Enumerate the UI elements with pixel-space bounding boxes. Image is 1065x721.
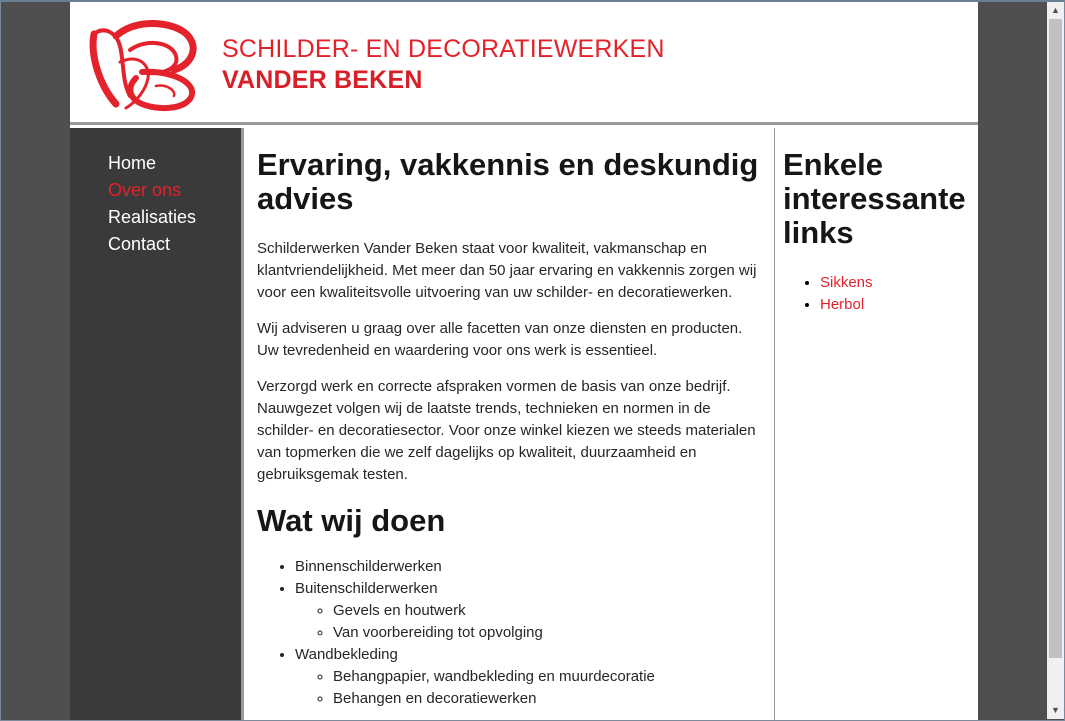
content-columns: Home Over ons Realisaties Contact Ervari… — [70, 128, 978, 721]
site-container: SCHILDER- EN DECORATIEWERKEN VANDER BEKE… — [70, 2, 978, 721]
link-herbol[interactable]: Herbol — [820, 296, 864, 313]
link-item: Sikkens — [820, 272, 978, 294]
link-sikkens[interactable]: Sikkens — [820, 274, 873, 291]
scroll-up-icon[interactable]: ▲ — [1047, 2, 1064, 19]
nav-item-over-ons: Over ons — [108, 177, 241, 204]
service-label: Buitenschilderwerken — [295, 580, 438, 597]
service-subitem: Behangpapier, wandbekleding en muurdecor… — [333, 666, 764, 688]
vertical-scrollbar[interactable]: ▲ ▼ — [1047, 2, 1064, 719]
brand-line-2: VANDER BEKEN — [222, 66, 423, 94]
nav-link-contact[interactable]: Contact — [108, 234, 170, 254]
intro-paragraph: Schilderwerken Vander Beken staat voor k… — [257, 240, 757, 301]
service-item: Buitenschilderwerken Gevels en houtwerk … — [295, 578, 764, 644]
brand-line-1: SCHILDER- EN DECORATIEWERKEN — [222, 35, 665, 63]
service-item: Binnenschilderwerken — [295, 556, 764, 578]
logo-icon[interactable] — [86, 16, 204, 112]
main-content: Ervaring, vakkennis en deskundig advies … — [241, 128, 775, 721]
service-item: Wandbekleding Behangpapier, wandbekledin… — [295, 644, 764, 710]
links-list: Sikkens Herbol — [783, 272, 978, 316]
quality-paragraph: Verzorgd werk en correcte afspraken vorm… — [257, 378, 756, 483]
site-header: SCHILDER- EN DECORATIEWERKEN VANDER BEKE… — [70, 2, 978, 125]
service-label: Wandbekleding — [295, 646, 398, 663]
link-item: Herbol — [820, 294, 978, 316]
service-sublist: Gevels en houtwerk Van voorbereiding tot… — [295, 600, 764, 644]
links-sidebar: Enkele interessante links Sikkens Herbol — [775, 128, 978, 721]
services-heading: Wat wij doen — [257, 503, 446, 538]
service-subitem: Behangen en decoratiewerken — [333, 688, 764, 710]
service-subitem: Gevels en houtwerk — [333, 600, 764, 622]
advice-paragraph: Wij adviseren u graag over alle facetten… — [257, 320, 743, 359]
nav-link-over-ons[interactable]: Over ons — [108, 180, 181, 200]
nav-item-home: Home — [108, 150, 241, 177]
nav-item-realisaties: Realisaties — [108, 204, 241, 231]
main-navigation: Home Over ons Realisaties Contact — [70, 128, 241, 721]
service-sublist: Behangpapier, wandbekleding en muurdecor… — [295, 666, 764, 710]
scroll-down-icon[interactable]: ▼ — [1047, 702, 1064, 719]
nav-link-realisaties[interactable]: Realisaties — [108, 207, 196, 227]
services-list: Binnenschilderwerken Buitenschilderwerke… — [257, 556, 764, 710]
nav-list: Home Over ons Realisaties Contact — [70, 128, 241, 258]
nav-link-home[interactable]: Home — [108, 153, 156, 173]
scroll-thumb[interactable] — [1049, 19, 1062, 658]
nav-item-contact: Contact — [108, 231, 241, 258]
links-heading: Enkele interessante links — [783, 147, 966, 250]
page-title: Ervaring, vakkennis en deskundig advies — [257, 147, 759, 216]
service-subitem: Van voorbereiding tot opvolging — [333, 622, 764, 644]
